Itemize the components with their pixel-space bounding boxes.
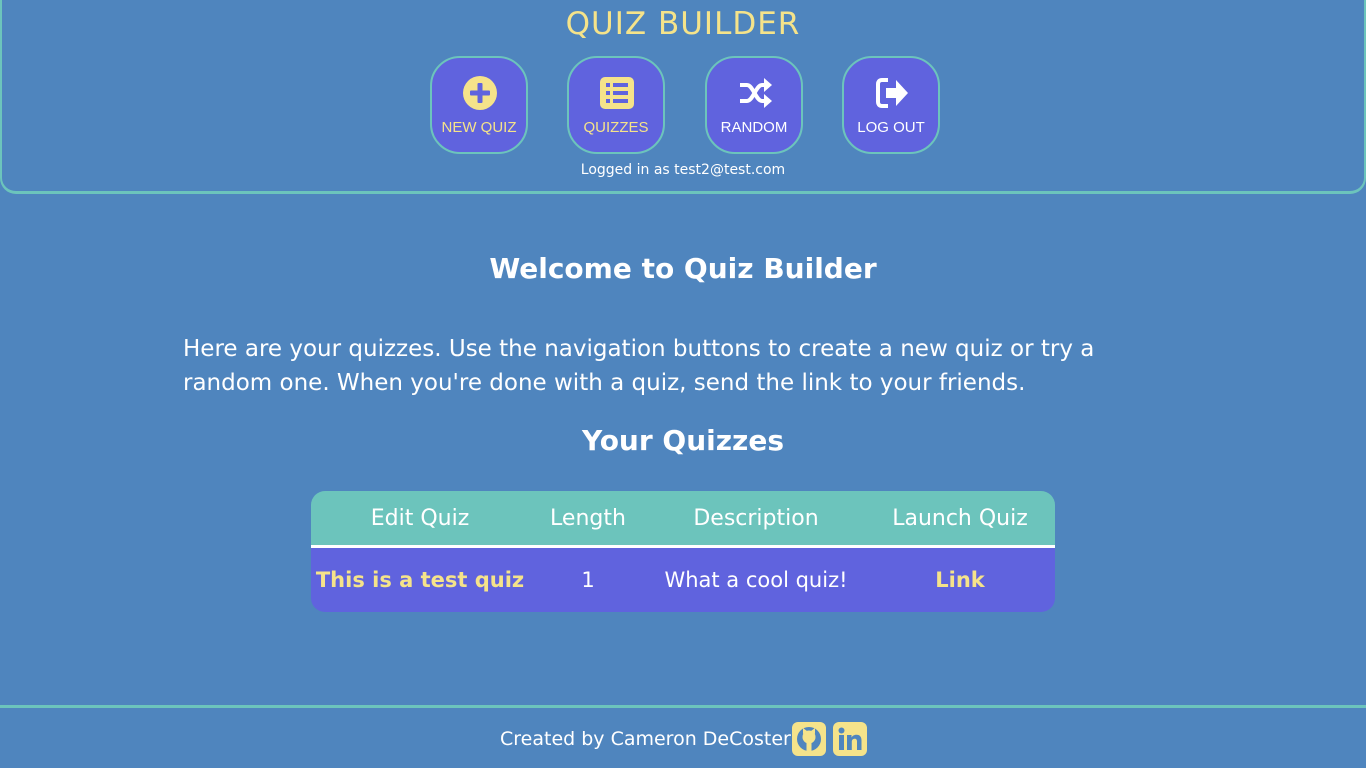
footer: Created by Cameron DeCoster [0,705,1366,768]
random-button[interactable]: RANDOM [705,56,803,154]
linkedin-link[interactable] [833,722,867,756]
quiz-length: 1 [581,568,595,592]
quizzes-button[interactable]: QUIZZES [567,56,665,154]
quizzes-table: Edit Quiz Length Description Launch Quiz… [311,491,1055,612]
intro-text: Here are your quizzes. Use the navigatio… [183,336,1095,396]
header-description: Description [693,505,819,531]
new-quiz-label: NEW QUIZ [441,119,517,136]
edit-quiz-link[interactable]: This is a test quiz [316,568,524,592]
list-icon [600,77,634,109]
welcome-heading: Welcome to Quiz Builder [489,252,877,285]
header: QUIZ BUILDER NEW QUIZ QUIZZES RANDOM LOG… [0,0,1366,194]
log-out-label: LOG OUT [857,119,925,136]
table-row: This is a test quiz 1 What a cool quiz! … [311,548,1055,612]
launch-quiz-link[interactable]: Link [935,568,985,592]
app-title: QUIZ BUILDER [565,6,801,42]
github-icon [797,727,821,751]
header-length: Length [550,505,626,531]
new-quiz-button[interactable]: NEW QUIZ [430,56,528,154]
your-quizzes-heading: Your Quizzes [581,424,784,457]
linkedin-icon [838,727,862,750]
header-edit-quiz: Edit Quiz [370,505,470,531]
plus-circle-icon [463,76,497,110]
table-header: Edit Quiz Length Description Launch Quiz [311,491,1055,548]
nav-bar: NEW QUIZ QUIZZES RANDOM LOG OUT [2,56,1364,156]
header-launch-quiz: Launch Quiz [892,505,1028,531]
quizzes-label: QUIZZES [583,119,649,136]
log-out-button[interactable]: LOG OUT [842,56,940,154]
github-link[interactable] [792,722,826,756]
footer-credit: Created by Cameron DeCoster [500,728,791,750]
random-label: RANDOM [720,119,788,136]
logged-in-status: Logged in as test2@test.com [580,162,786,178]
shuffle-icon [740,78,772,108]
quiz-description: What a cool quiz! [664,568,848,592]
sign-out-icon [876,78,908,108]
